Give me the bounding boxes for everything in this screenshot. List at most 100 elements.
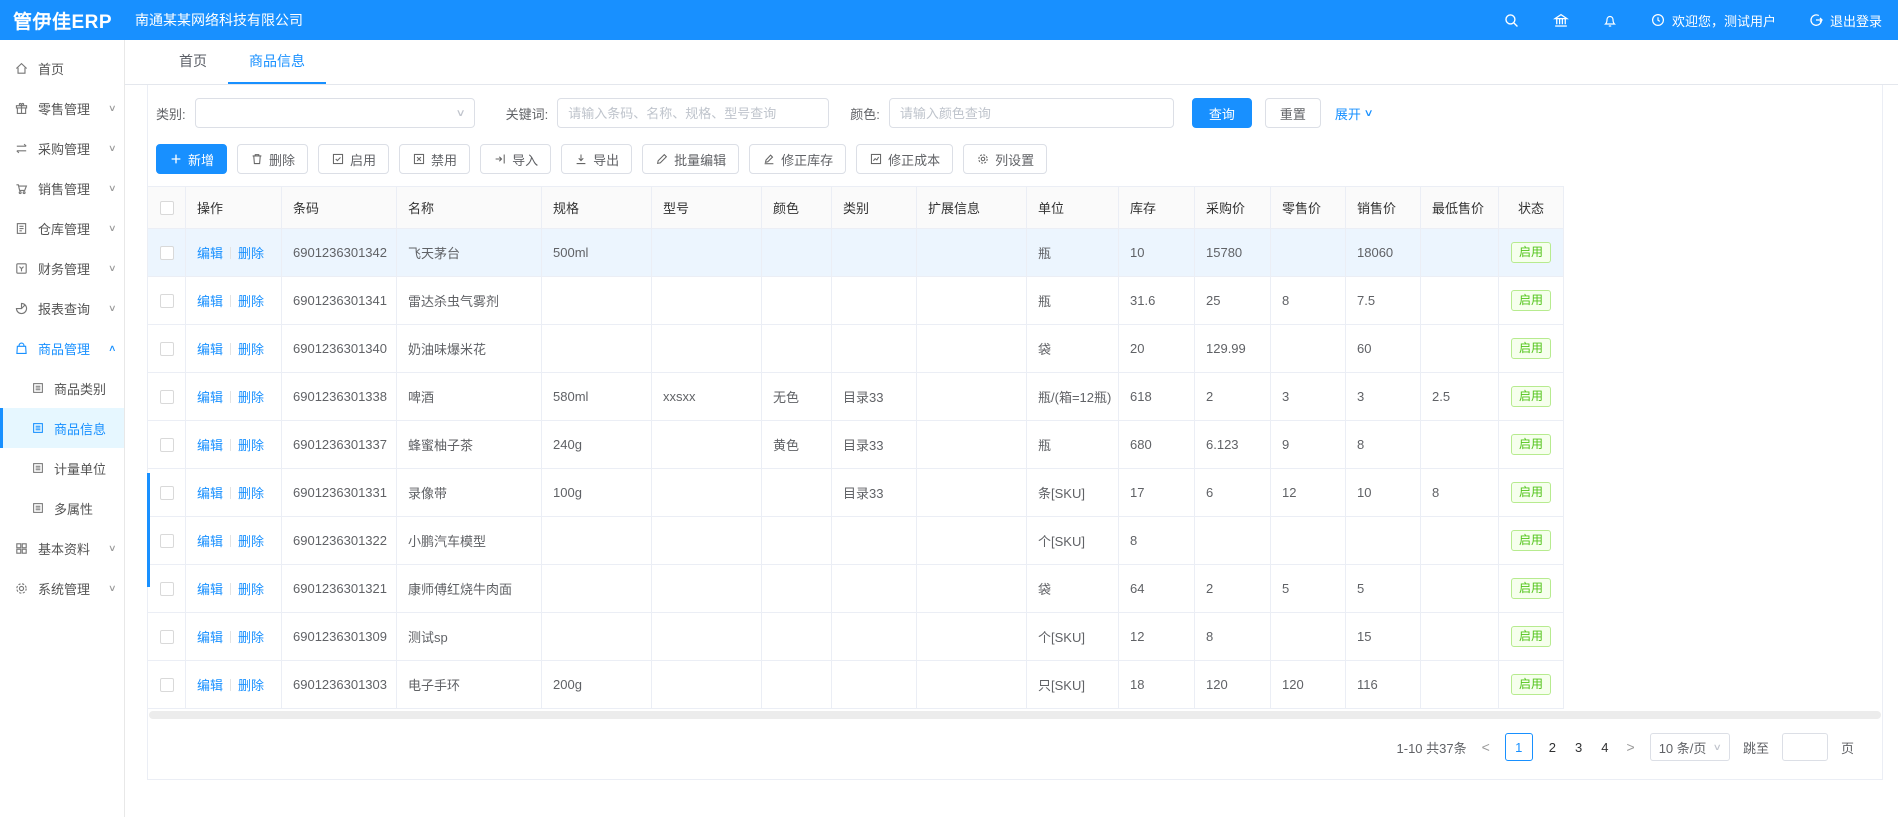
import-button[interactable]: 导入 [480,144,551,174]
sidebar-item-product-info[interactable]: 商品信息 [0,408,124,448]
edit-link[interactable]: 编辑 [197,483,223,502]
export-button[interactable]: 导出 [561,144,632,174]
category-select[interactable]: ∨ [195,98,475,128]
row-checkbox[interactable] [160,342,174,356]
sidebar-item-system[interactable]: 系统管理 ∨ [0,568,124,608]
sidebar-item-reports[interactable]: 报表查询 ∨ [0,288,124,328]
cell-operation: 编辑 删除 [186,277,282,325]
status-badge[interactable]: 启用 [1511,290,1551,310]
user-welcome[interactable]: 欢迎您，测试用户 [1650,11,1776,30]
fix-cost-button[interactable]: 修正成本 [856,144,953,174]
sidebar-item-warehouse[interactable]: 仓库管理 ∨ [0,208,124,248]
status-badge[interactable]: 启用 [1511,482,1551,502]
tab-product-info[interactable]: 商品信息 [228,40,326,84]
sidebar-item-finance[interactable]: 财务管理 ∨ [0,248,124,288]
reset-button[interactable]: 重置 [1265,98,1321,128]
status-badge[interactable]: 启用 [1511,530,1551,550]
keyword-input[interactable] [557,98,829,128]
cart-icon [14,181,29,196]
delete-link[interactable]: 删除 [238,339,264,358]
list-icon [31,461,45,475]
page-number-2[interactable]: 2 [1546,740,1559,755]
page-number-1[interactable]: 1 [1505,733,1533,761]
status-badge[interactable]: 启用 [1511,338,1551,358]
delete-link[interactable]: 删除 [238,675,264,694]
delete-link[interactable]: 删除 [238,531,264,550]
row-checkbox[interactable] [160,438,174,452]
edit-link[interactable]: 编辑 [197,627,223,646]
search-icon[interactable] [1503,12,1520,29]
row-checkbox[interactable] [160,630,174,644]
cell-category [832,661,917,709]
tab-home[interactable]: 首页 [158,40,228,84]
sidebar-item-measure-unit[interactable]: 计量单位 [0,448,124,488]
page-number-3[interactable]: 3 [1572,740,1585,755]
table-row: 编辑 删除 6901236301340 奶油味爆米花 袋 20 1 [148,325,1564,373]
sidebar-item-multi-attribute[interactable]: 多属性 [0,488,124,528]
row-checkbox[interactable] [160,678,174,692]
next-page-button[interactable]: > [1625,739,1637,755]
sidebar-item-product-category[interactable]: 商品类别 [0,368,124,408]
color-input[interactable] [889,98,1174,128]
sidebar-item-basic-data[interactable]: 基本资料 ∨ [0,528,124,568]
page-number-4[interactable]: 4 [1598,740,1611,755]
select-all-checkbox[interactable] [160,201,174,215]
fix-stock-button[interactable]: 修正库存 [749,144,846,174]
delete-link[interactable]: 删除 [238,627,264,646]
sidebar-item-sales[interactable]: 销售管理 ∨ [0,168,124,208]
logout-button[interactable]: 退出登录 [1808,11,1882,30]
edit-link[interactable]: 编辑 [197,675,223,694]
row-checkbox[interactable] [160,534,174,548]
row-checkbox[interactable] [160,294,174,308]
status-badge[interactable]: 启用 [1511,626,1551,646]
delete-link[interactable]: 删除 [238,435,264,454]
delete-link[interactable]: 删除 [238,579,264,598]
edit-link[interactable]: 编辑 [197,243,223,262]
row-checkbox[interactable] [160,582,174,596]
prev-page-button[interactable]: < [1480,739,1492,755]
cell-purchase-price [1195,517,1271,565]
page-size-select[interactable]: 10 条/页∨ [1650,733,1730,761]
status-badge[interactable]: 启用 [1511,386,1551,406]
status-badge[interactable]: 启用 [1511,578,1551,598]
cell-name: 录像带 [397,469,542,517]
row-checkbox[interactable] [160,390,174,404]
search-button[interactable]: 查询 [1192,98,1252,128]
delete-link[interactable]: 删除 [238,483,264,502]
row-checkbox[interactable] [160,486,174,500]
edit-link[interactable]: 编辑 [197,291,223,310]
expand-link[interactable]: 展开∨ [1335,104,1372,123]
edit-link[interactable]: 编辑 [197,579,223,598]
delete-link[interactable]: 删除 [238,243,264,262]
sidebar-item-home[interactable]: 首页 [0,48,124,88]
bank-icon[interactable] [1552,12,1570,29]
sidebar-item-products[interactable]: 商品管理 ∧ [0,328,124,368]
disable-button[interactable]: 禁用 [399,144,470,174]
link-divider [230,439,231,451]
status-badge[interactable]: 启用 [1511,434,1551,454]
row-select-cell [148,373,186,421]
edit-link[interactable]: 编辑 [197,435,223,454]
bell-icon[interactable] [1602,12,1618,29]
delete-link[interactable]: 删除 [238,291,264,310]
delete-link[interactable]: 删除 [238,387,264,406]
status-badge[interactable]: 启用 [1511,242,1551,262]
edit-link[interactable]: 编辑 [197,531,223,550]
scrollbar-thumb[interactable] [147,473,150,587]
edit-link[interactable]: 编辑 [197,387,223,406]
sidebar-item-retail[interactable]: 零售管理 ∨ [0,88,124,128]
column-settings-button[interactable]: 列设置 [963,144,1047,174]
edit-link[interactable]: 编辑 [197,339,223,358]
add-button[interactable]: 新增 [156,144,227,174]
jump-to-input[interactable] [1782,733,1828,761]
enable-button[interactable]: 启用 [318,144,389,174]
cell-min-price [1421,229,1499,277]
status-badge[interactable]: 启用 [1511,674,1551,694]
batch-edit-button[interactable]: 批量编辑 [642,144,739,174]
cell-model: xxsxx [652,373,762,421]
horizontal-scrollbar[interactable] [149,711,1881,719]
sidebar-item-purchase[interactable]: 采购管理 ∨ [0,128,124,168]
delete-button[interactable]: 删除 [237,144,308,174]
table-row: 编辑 删除 6901236301331 录像带 100g 目录33 条[SKU]… [148,469,1564,517]
row-checkbox[interactable] [160,246,174,260]
